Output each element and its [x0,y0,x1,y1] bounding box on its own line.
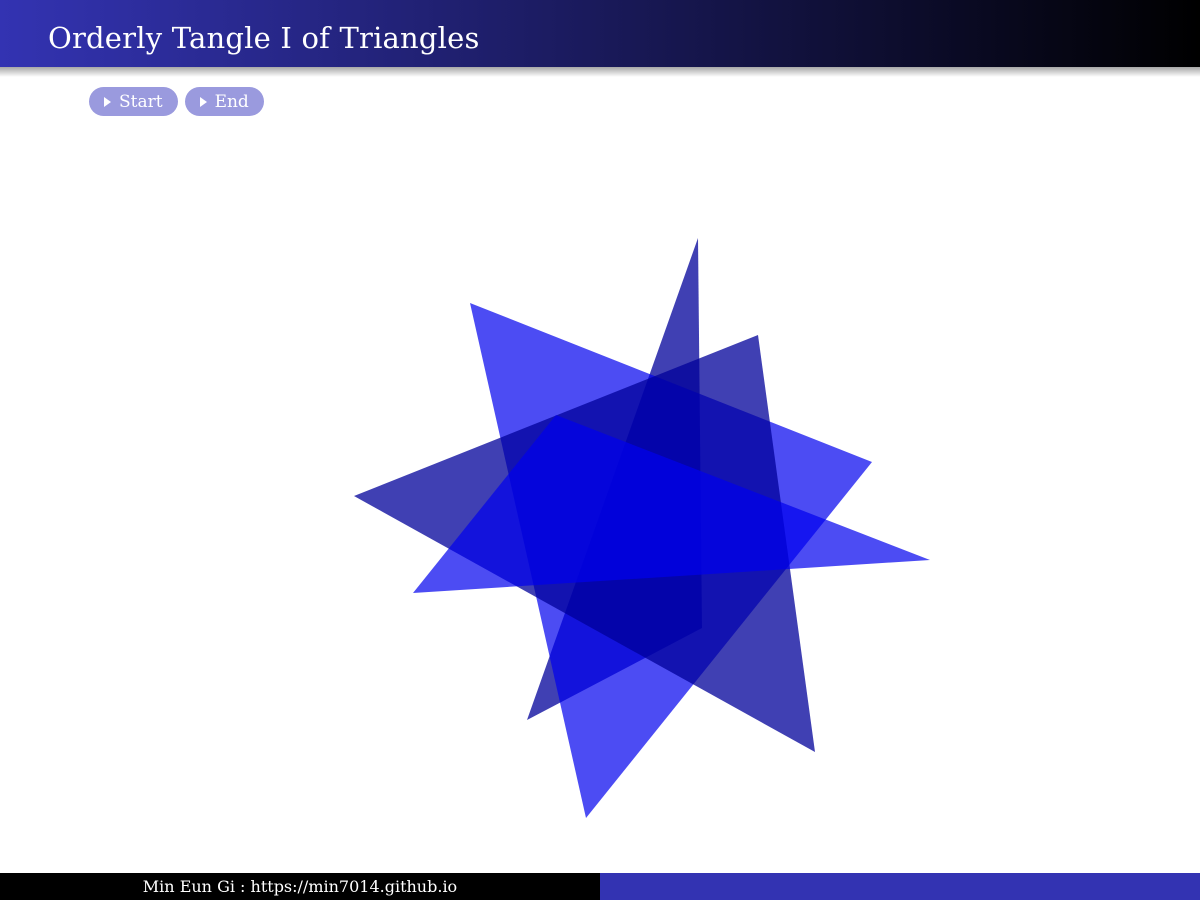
triangle-tangle-figure [354,238,930,818]
triangle-group [354,238,930,818]
footer-accent-bar [600,873,1200,900]
footer-credit: Min Eun Gi : https://min7014.github.io [0,873,600,900]
